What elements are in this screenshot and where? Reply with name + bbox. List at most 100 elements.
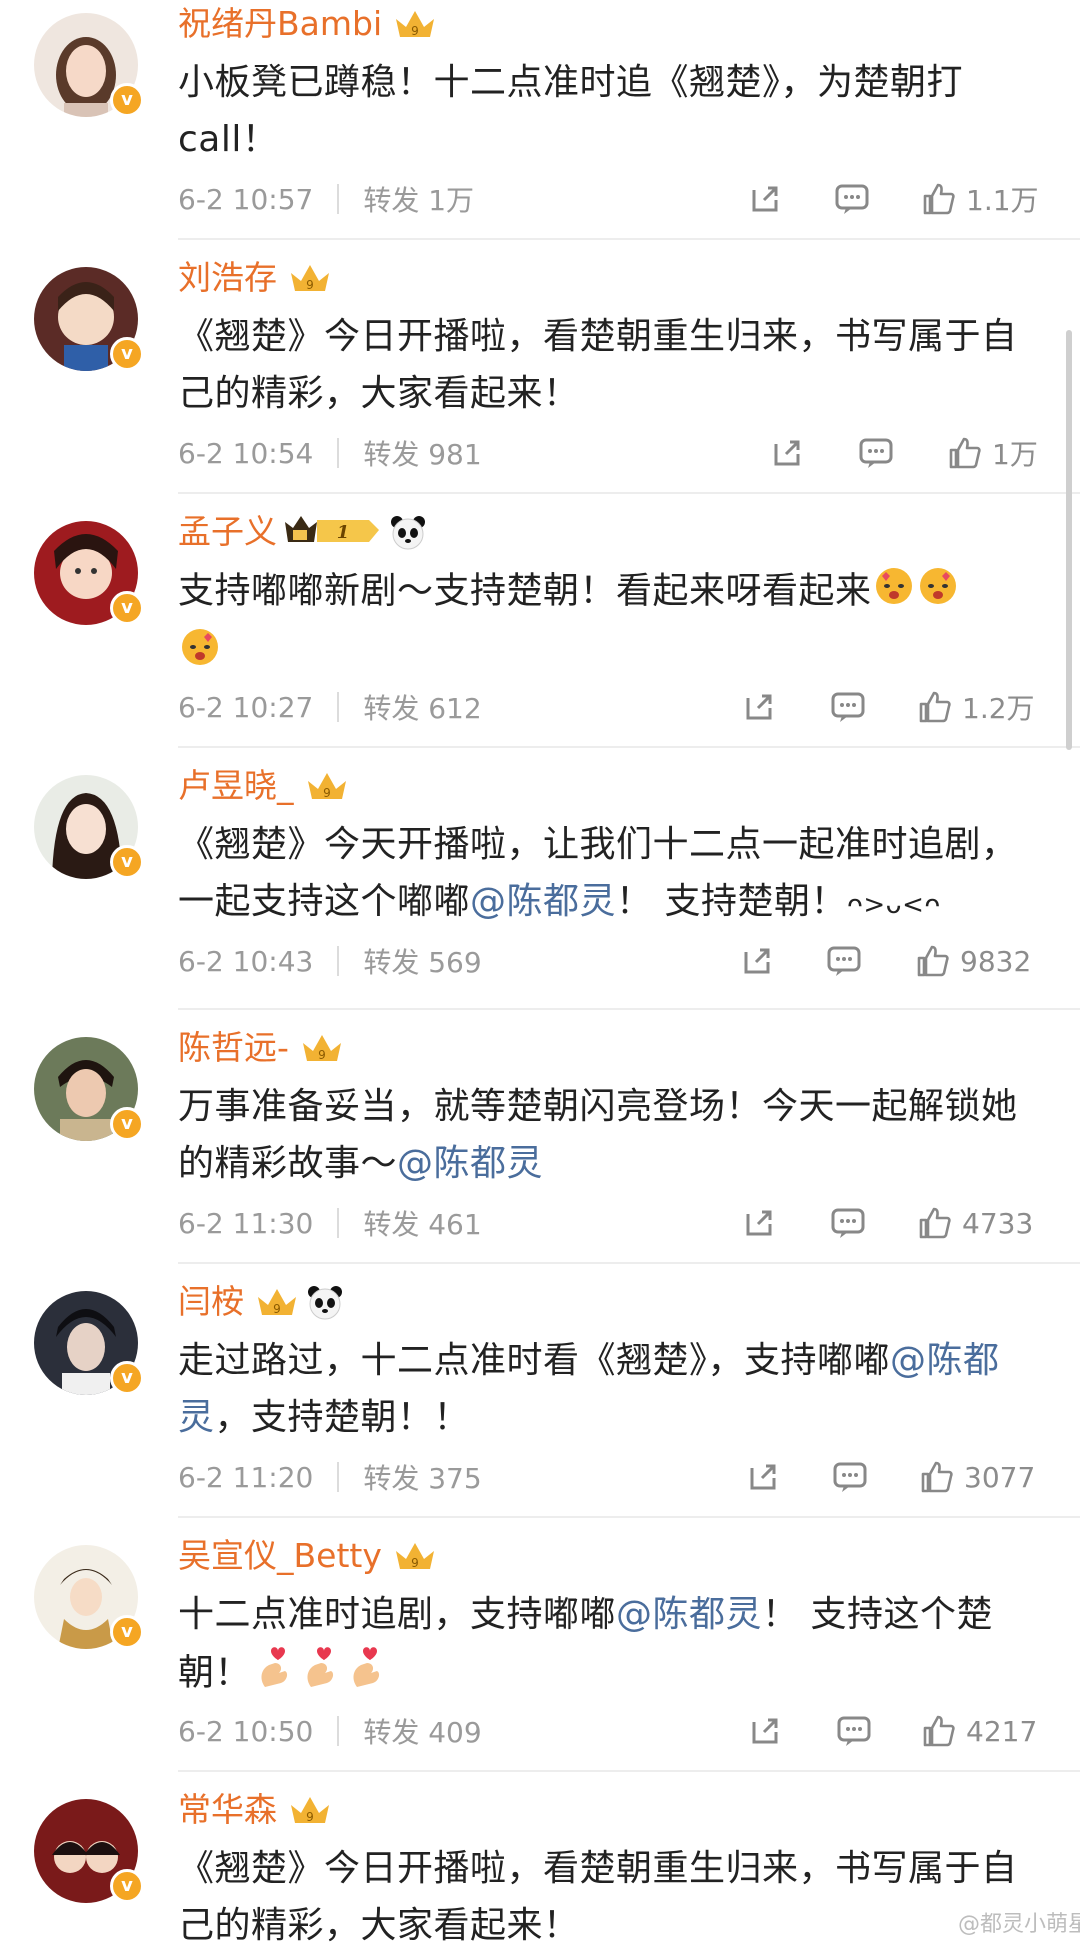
share-icon[interactable] [740, 939, 774, 983]
comment-icon[interactable] [830, 685, 866, 729]
mention-link[interactable]: @陈都灵 [616, 1594, 762, 1635]
svg-text:9: 9 [411, 1556, 419, 1570]
heart-eyes-emoji-icon [178, 623, 222, 684]
mention-link[interactable]: @陈都 [890, 1340, 1000, 1381]
like-button[interactable]: 1.1万 [922, 177, 1039, 221]
repost-count: 转发 375 [363, 1462, 482, 1495]
divider [178, 746, 1080, 748]
avatar[interactable]: v [34, 775, 144, 879]
avatar[interactable]: v [34, 267, 144, 371]
username[interactable]: 刘浩存 [178, 254, 277, 302]
timestamp: 6-2 11:20 [178, 1460, 314, 1494]
like-button[interactable]: 4217 [922, 1709, 1037, 1753]
panda-icon [389, 514, 427, 550]
username[interactable]: 吴宣仪_Betty [178, 1532, 382, 1580]
avatar[interactable]: v [34, 13, 144, 117]
username[interactable]: 祝绪丹Bambi [178, 0, 382, 48]
divider [178, 1770, 1080, 1772]
verified-badge-icon: v [110, 845, 144, 879]
avatar[interactable]: v [34, 521, 144, 625]
like-count: 3077 [964, 1460, 1036, 1494]
heart-eyes-emoji-icon [872, 562, 916, 623]
crown-icon: 9 [287, 1793, 333, 1827]
divider [337, 184, 340, 214]
comment-text: 的精彩故事～ [178, 1143, 398, 1184]
panda-icon [306, 1284, 344, 1320]
like-count: 1万 [992, 438, 1038, 471]
divider [337, 692, 340, 722]
comment-feed: v 祝绪丹Bambi 9 小板凳已蹲稳！十二点准时追《翘楚》，为楚朝打 call… [0, 0, 1080, 1946]
share-icon[interactable] [742, 1201, 776, 1245]
comment-icon[interactable] [858, 431, 894, 475]
comment-text: 己的精彩，大家看起来！ [178, 1905, 580, 1946]
scrollbar[interactable] [1066, 330, 1072, 750]
svg-text:9: 9 [273, 1302, 281, 1316]
like-button[interactable]: 1万 [948, 431, 1038, 475]
like-count: 4733 [962, 1206, 1034, 1240]
share-icon[interactable] [748, 177, 782, 221]
mention-link[interactable]: @陈都灵 [397, 1143, 543, 1184]
verified-badge-icon: v [110, 591, 144, 625]
medal-level: 1 [337, 522, 350, 543]
svg-text:9: 9 [306, 1810, 314, 1824]
comment-icon[interactable] [832, 1455, 868, 1499]
svg-text:9: 9 [306, 278, 314, 292]
repost-count: 转发 981 [363, 438, 482, 471]
watermark: @都灵小萌星 [958, 1912, 1080, 1937]
comment-text: 《翘楚》今天开播啦，让我们十二点一起准时追剧， [178, 824, 1018, 865]
like-button[interactable]: 3077 [920, 1455, 1035, 1499]
username[interactable]: 常华森 [178, 1786, 277, 1834]
username[interactable]: 陈哲远- [178, 1024, 289, 1072]
crown-icon: 9 [304, 769, 350, 803]
username[interactable]: 闫桉 [178, 1278, 244, 1326]
divider [337, 1462, 340, 1492]
divider [178, 1262, 1080, 1264]
like-button[interactable]: 4733 [918, 1201, 1033, 1245]
username[interactable]: 孟子义 [178, 508, 277, 556]
comment-icon[interactable] [830, 1201, 866, 1245]
comment-icon[interactable] [834, 177, 870, 221]
like-count: 4217 [966, 1714, 1038, 1748]
crown-icon: 9 [392, 1539, 438, 1573]
like-button[interactable]: 1.2万 [918, 685, 1035, 729]
avatar[interactable]: v [34, 1037, 144, 1141]
repost-count: 转发 1万 [363, 184, 475, 217]
divider [337, 438, 340, 468]
username[interactable]: 卢昱晓_ [178, 762, 294, 810]
comment-text: 小板凳已蹲稳！十二点准时追《翘楚》，为楚朝打 [178, 62, 964, 103]
comment-text: call！ [178, 119, 279, 160]
like-button[interactable]: 9832 [916, 939, 1031, 983]
mention-link[interactable]: 灵 [178, 1397, 215, 1438]
share-icon[interactable] [748, 1709, 782, 1753]
verified-badge-icon: v [110, 1869, 144, 1903]
divider [337, 1716, 340, 1746]
comment-icon[interactable] [826, 939, 862, 983]
repost-count: 转发 569 [363, 946, 482, 979]
comment-text: ！ 支持这个楚 [762, 1594, 993, 1635]
comment-text: 朝！ [178, 1652, 252, 1694]
comment-text: 支持嘟嘟新剧～支持楚朝！看起来呀看起来 [178, 570, 872, 612]
share-icon[interactable] [742, 685, 776, 729]
avatar[interactable]: v [34, 1545, 144, 1649]
divider [178, 1516, 1080, 1518]
comment-text: 十二点准时追剧，支持嘟嘟 [178, 1594, 617, 1635]
avatar[interactable]: v [34, 1799, 144, 1903]
svg-text:9: 9 [411, 24, 419, 38]
verified-badge-icon: v [110, 83, 144, 117]
divider [178, 492, 1080, 494]
svg-text:9: 9 [323, 786, 331, 800]
comment-text: 己的精彩，大家看起来！ [178, 373, 580, 414]
crown-icon: 9 [254, 1285, 300, 1319]
divider [337, 1208, 340, 1238]
repost-count: 转发 409 [363, 1716, 482, 1749]
share-icon[interactable] [770, 431, 804, 475]
divider [178, 238, 1080, 240]
share-icon[interactable] [746, 1455, 780, 1499]
avatar[interactable]: v [34, 1291, 144, 1395]
crown-medal-icon: 1 [283, 512, 383, 552]
verified-badge-icon: v [110, 1615, 144, 1649]
like-count: 1.1万 [966, 184, 1039, 217]
timestamp: 6-2 10:43 [178, 944, 314, 978]
mention-link[interactable]: @陈都灵 [470, 881, 616, 922]
comment-icon[interactable] [836, 1709, 872, 1753]
